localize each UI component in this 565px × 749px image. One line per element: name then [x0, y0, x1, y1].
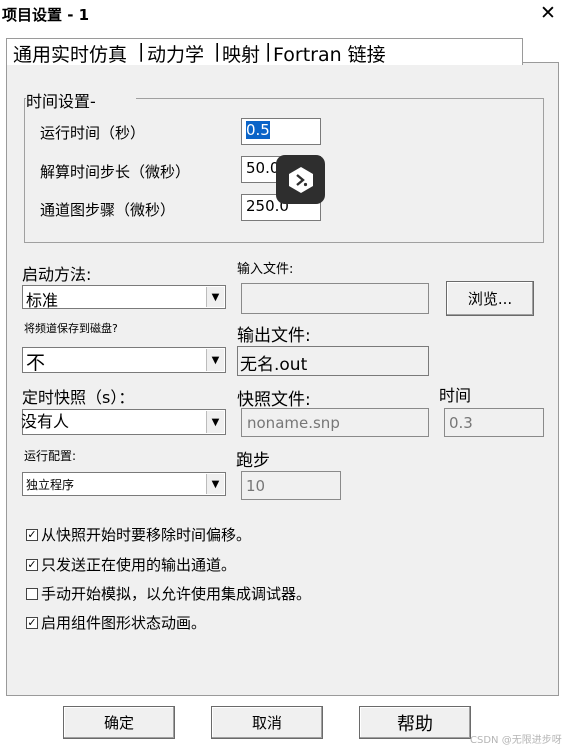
- save-channels-value: 不: [26, 352, 46, 374]
- output-file-label: 输出文件:: [237, 326, 311, 346]
- chevron-down-icon[interactable]: ▼: [206, 287, 224, 307]
- tab-strip: 通用实时仿真 | 动力学 | 映射 | Fortran 链接: [6, 38, 523, 67]
- save-channels-select[interactable]: 不 ▼: [22, 347, 226, 374]
- run-config-label: 运行配置:: [24, 449, 77, 463]
- run-steps-label: 跑步: [236, 451, 270, 471]
- ok-button[interactable]: 确定: [63, 706, 175, 739]
- browse-button[interactable]: 浏览...: [446, 281, 534, 316]
- tab-separator: |: [138, 40, 145, 62]
- time-field[interactable]: 0.3: [444, 408, 544, 437]
- start-method-label: 启动方法:: [22, 265, 92, 284]
- input-file-label: 输入文件:: [237, 262, 294, 277]
- checkbox-remove-time-offset[interactable]: ✓ 从快照开始时要移除时间偏移。: [26, 524, 251, 545]
- checkbox-box[interactable]: ✓: [26, 528, 38, 541]
- cancel-button[interactable]: 取消: [211, 706, 323, 739]
- run-time-input[interactable]: 0.5: [241, 118, 321, 145]
- run-config-select[interactable]: 独立程序 ▼: [22, 472, 226, 496]
- input-file-field[interactable]: [241, 283, 429, 314]
- help-button[interactable]: 帮助: [359, 706, 471, 739]
- checkbox-manual-start[interactable]: 手动开始模拟，以允许使用集成调试器。: [26, 583, 311, 604]
- tab-separator: |: [265, 40, 272, 62]
- run-config-value: 独立程序: [26, 478, 75, 492]
- time-settings-legend: 时间设置-: [26, 88, 136, 112]
- chevron-down-icon[interactable]: ▼: [206, 349, 224, 371]
- checkbox-box[interactable]: [26, 587, 38, 600]
- timed-snapshot-label: 定时快照（s）：: [22, 388, 135, 407]
- tab-general-realtime[interactable]: 通用实时仿真: [13, 40, 127, 67]
- window-title: 项目设置 - 1: [2, 6, 90, 24]
- checkbox-enable-animation[interactable]: ✓ 启用组件图形状态动画。: [26, 612, 206, 633]
- checkbox-box[interactable]: ✓: [26, 616, 38, 629]
- channel-step-label: 通道图步骤（微秒）: [40, 201, 176, 219]
- solve-step-label: 解算时间步长（微秒）: [40, 163, 191, 181]
- chevron-down-icon[interactable]: ▼: [206, 411, 224, 433]
- snapshot-file-field[interactable]: noname.snp: [241, 408, 429, 437]
- checkbox-label: 从快照开始时要移除时间偏移。: [41, 526, 252, 544]
- ai-assistant-icon[interactable]: [276, 155, 325, 204]
- checkbox-label: 手动开始模拟，以允许使用集成调试器。: [41, 585, 312, 603]
- tab-separator: |: [214, 40, 221, 62]
- checkbox-send-used-channels[interactable]: ✓ 只发送正在使用的输出通道。: [26, 554, 236, 575]
- snapshot-file-label: 快照文件:: [237, 390, 311, 410]
- watermark: CSDN @无限进步呀: [470, 735, 562, 746]
- output-file-field[interactable]: 无名.out: [237, 346, 429, 376]
- save-channels-label: 将频道保存到磁盘?: [24, 322, 118, 335]
- run-steps-field[interactable]: 10: [241, 471, 341, 500]
- chevron-down-icon[interactable]: ▼: [206, 474, 224, 494]
- tab-dynamics[interactable]: 动力学: [147, 40, 204, 67]
- time-label: 时间: [439, 386, 472, 405]
- close-icon[interactable]: ✕: [538, 2, 558, 24]
- run-time-label: 运行时间（秒）: [40, 124, 146, 142]
- checkbox-label: 启用组件图形状态动画。: [41, 614, 207, 632]
- start-method-select[interactable]: 标准 ▼: [22, 285, 226, 310]
- timed-snapshot-value: 没有人: [21, 412, 70, 431]
- checkbox-label: 只发送正在使用的输出通道。: [41, 556, 237, 574]
- start-method-value: 标准: [26, 291, 59, 310]
- tab-fortran-link[interactable]: Fortran 链接: [273, 40, 386, 67]
- timed-snapshot-select[interactable]: 没有人 ▼: [21, 409, 226, 435]
- tab-mapping[interactable]: 映射: [222, 40, 260, 67]
- checkbox-box[interactable]: ✓: [26, 558, 38, 571]
